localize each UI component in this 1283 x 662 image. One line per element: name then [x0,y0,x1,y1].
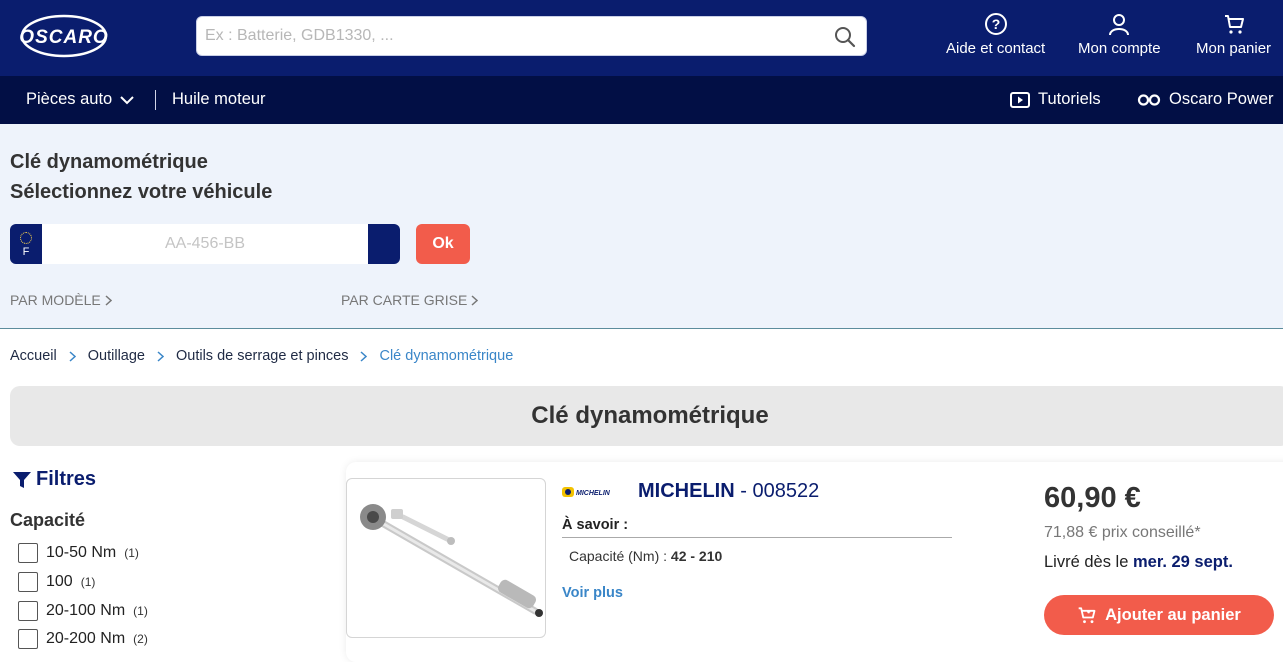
brand-logo-text: MICHELIN [576,490,611,497]
filter-option[interactable]: 20-100 Nm (1) [18,601,148,621]
filter-option[interactable]: 20-200 Nm (2) [18,629,148,649]
eu-stars-icon [20,232,32,244]
account-link[interactable]: Mon compte [1078,12,1161,57]
oscaro-logo[interactable]: OSCARO [18,12,110,60]
filters-title: Filtres [36,468,97,490]
filters-header: Filtres [12,468,96,491]
filter-option-count: (2) [133,632,148,646]
plate-input[interactable] [42,224,368,264]
chevron-right-icon [471,294,479,306]
filter-group-capacity: Capacité [10,510,86,530]
breadcrumb-tools[interactable]: Outillage [88,348,145,364]
nav-parts-menu[interactable]: Pièces auto [26,90,134,109]
nav-separator [155,90,156,110]
delivery-info: Livré dès le mer. 29 sept. [1044,553,1233,572]
product-title[interactable]: MICHELIN - 008522 [638,480,819,503]
nav-power-link[interactable]: Oscaro Power [1137,90,1274,109]
chevron-down-icon [120,95,134,104]
filter-checkbox[interactable] [18,601,38,621]
vehicle-title: Clé dynamométrique [10,151,208,173]
michelin-logo: MICHELIN [562,484,624,500]
nav-oil-label: Huile moteur [172,90,266,108]
recommended-price: 71,88 € prix conseillé* [1044,524,1201,541]
delivery-prefix: Livré dès le [1044,553,1133,571]
see-more-link[interactable]: Voir plus [562,585,623,601]
top-header: OSCARO ? Aide et contact Mon compte Mon … [0,0,1283,76]
account-label: Mon compte [1078,40,1161,57]
nav-power-label: Oscaro Power [1169,90,1274,108]
spec-label: Capacité (Nm) : [569,548,671,564]
filter-option-count: (1) [124,546,139,560]
filter-option-label: 100 [46,573,73,590]
chevron-right-icon [105,294,112,306]
breadcrumb-clamping-tools[interactable]: Outils de serrage et pinces [176,348,348,364]
delivery-date: mer. 29 sept. [1132,553,1233,571]
by-model-label: PAR MODÈLE [10,292,101,308]
filter-option-label: 20-200 Nm [46,630,126,647]
product-price: 60,90 € [1044,482,1141,514]
product-spec: Capacité (Nm) : 42 - 210 [569,548,722,564]
filter-checkbox[interactable] [18,543,38,563]
vehicle-subtitle: Sélectionnez votre véhicule [10,181,273,203]
cart-icon [1224,15,1244,34]
breadcrumb-current: Clé dynamométrique [379,348,514,364]
by-registration-link[interactable]: PAR CARTE GRISE [341,292,479,308]
search-input[interactable] [205,17,825,55]
chevron-right-icon [360,350,368,362]
chevron-right-icon [157,350,164,362]
vehicle-selector: Clé dynamométrique Sélectionnez votre vé… [0,124,1283,329]
cart-icon [1078,607,1096,624]
product-ref: 008522 [752,480,820,502]
user-icon [1109,14,1130,36]
filter-checkbox[interactable] [18,629,38,649]
nav-tutorials-link[interactable]: Tutoriels [1010,90,1101,109]
page-title: Clé dynamométrique [10,386,1283,446]
filter-option-label: 10-50 Nm [46,544,117,561]
play-video-icon [1010,91,1030,108]
by-model-link[interactable]: PAR MODÈLE [10,292,112,308]
filter-option-label: 20-100 Nm [46,602,126,619]
nav-tutorials-label: Tutoriels [1038,90,1101,108]
nav-parts-label: Pièces auto [26,90,113,108]
help-contact-link[interactable]: ? Aide et contact [946,12,1045,57]
spec-value: 42 - 210 [670,548,723,564]
infinity-icon [1137,93,1161,106]
filter-option-count: (1) [133,604,148,618]
logo-text: OSCARO [19,27,108,48]
eu-flag-badge: F [10,224,42,264]
cart-link[interactable]: Mon panier [1196,12,1271,57]
product-image[interactable] [346,478,546,638]
svg-text:?: ? [991,16,1000,32]
filter-option-count: (1) [80,575,96,589]
product-brand: MICHELIN [638,480,735,502]
chevron-right-icon [69,350,76,362]
add-to-cart-button[interactable]: Ajouter au panier [1044,595,1274,635]
breadcrumb: Accueil Outillage Outils de serrage et p… [10,348,513,364]
add-to-cart-label: Ajouter au panier [1105,605,1241,624]
main-nav: Pièces auto Huile moteur Tutoriels Oscar… [0,76,1283,124]
license-plate-field[interactable]: F [10,224,400,264]
search-icon[interactable] [834,26,856,48]
product-card: MICHELIN MICHELIN - 008522 À savoir : Ca… [346,462,1283,662]
search-box[interactable] [196,16,867,56]
cart-label: Mon panier [1196,40,1272,57]
nav-oil-link[interactable]: Huile moteur [172,90,266,109]
funnel-icon [13,471,31,488]
filter-checkbox[interactable] [18,572,38,592]
filter-option[interactable]: 100 (1) [18,572,95,592]
breadcrumb-home[interactable]: Accueil [10,348,57,364]
filter-option[interactable]: 10-50 Nm (1) [18,543,139,563]
by-registration-label: PAR CARTE GRISE [341,292,468,308]
plate-country: F [22,246,30,258]
help-icon: ? [984,13,1007,35]
product-title-separator: - [734,480,753,502]
plate-ok-button[interactable]: Ok [416,224,470,264]
help-label: Aide et contact [946,40,1046,57]
savoir-heading: À savoir : [562,517,952,538]
